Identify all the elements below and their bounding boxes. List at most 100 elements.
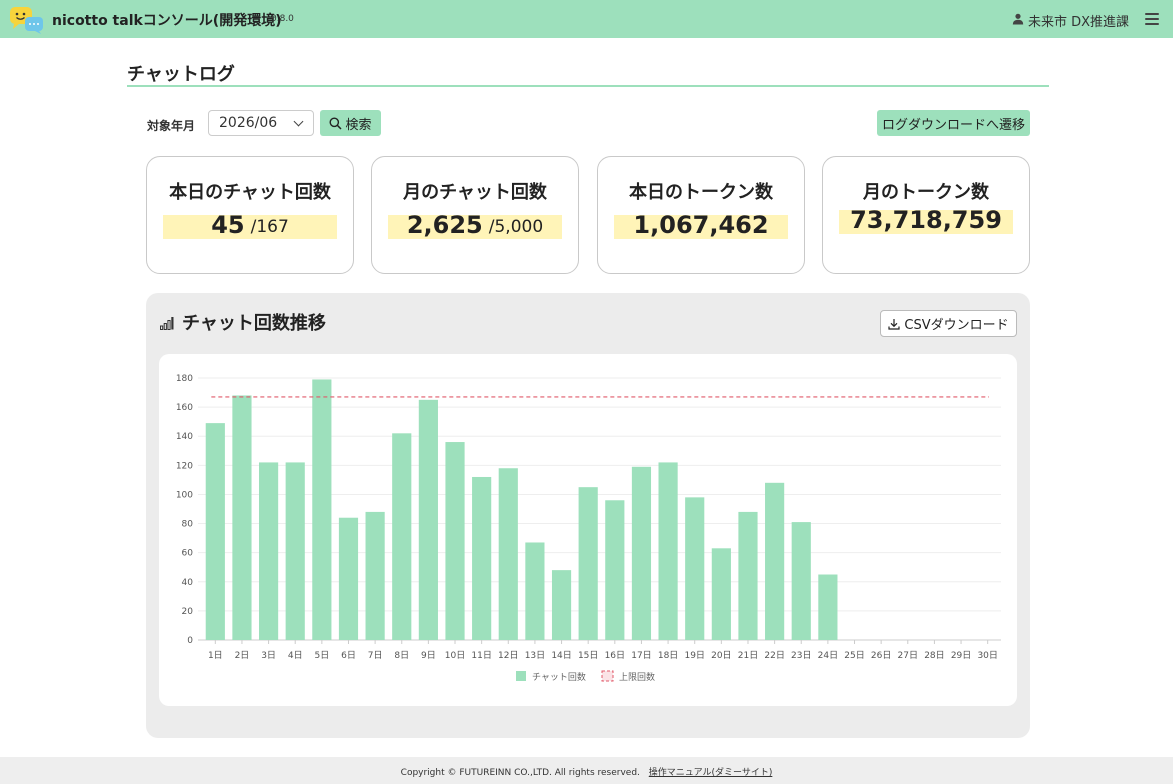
goto-log-download-button[interactable]: ログダウンロードへ遷移 <box>877 110 1030 136</box>
csv-download-button[interactable]: CSVダウンロード <box>880 310 1017 337</box>
title-divider <box>127 85 1049 87</box>
y-tick-label: 140 <box>176 432 193 442</box>
y-tick-label: 160 <box>176 403 193 413</box>
bar <box>312 379 332 640</box>
bar <box>418 399 438 640</box>
x-tick-label: 30日 <box>977 650 997 661</box>
chevron-down-icon <box>293 116 304 127</box>
bar <box>472 476 492 640</box>
x-tick-label: 19日 <box>684 650 704 661</box>
bar <box>765 482 785 640</box>
top-bar: nicotto talkコンソール(開発環境) 0.8.0 未来市 DX推進課 <box>0 0 1173 38</box>
search-button[interactable]: 検索 <box>320 110 381 136</box>
y-tick-label: 20 <box>182 607 194 617</box>
x-tick-label: 29日 <box>951 650 971 661</box>
csv-download-label: CSVダウンロード <box>904 318 1009 333</box>
app-version: 0.8.0 <box>271 14 294 24</box>
bar <box>551 570 572 640</box>
bar <box>498 468 518 640</box>
x-tick-label: 7日 <box>368 650 383 661</box>
x-tick-label: 1日 <box>208 650 223 661</box>
x-tick-label: 26日 <box>871 650 891 661</box>
chart-panel: チャット回数推移 CSVダウンロード 0 20 40 60 80 100 120 140 160… <box>146 293 1030 738</box>
x-tick-label: 11日 <box>471 650 491 661</box>
x-tick-label: 28日 <box>924 650 944 661</box>
stat-label: 月のトークン数 <box>863 182 989 203</box>
stat-label: 本日のチャット回数 <box>169 182 331 203</box>
y-tick-label: 100 <box>176 490 193 500</box>
bar <box>685 497 705 640</box>
month-select-value: 2026/06 <box>219 115 278 131</box>
stat-card-today-tokens: 本日のトークン数 1,067,462 <box>597 156 805 274</box>
x-tick-label: 18日 <box>658 650 678 661</box>
stat-value-box: 1,067,462 <box>614 211 788 239</box>
bar <box>365 511 385 640</box>
stat-value: 73,718,759 <box>850 206 1002 234</box>
y-tick-label: 0 <box>187 636 193 646</box>
x-tick-label: 8日 <box>394 650 409 661</box>
chat-count-chart: 0 20 40 60 80 100 120 140 160 180 1日 2日 3日 4日 5日 6日 7日 8日… <box>176 374 1001 683</box>
x-tick-label: 23日 <box>791 650 811 661</box>
stat-card-month-chats: 月のチャット回数 2,625 /5,000 <box>371 156 579 274</box>
user-name[interactable]: 未来市 DX推進課 <box>1028 11 1129 30</box>
x-tick-label: 16日 <box>605 650 625 661</box>
x-tick-label: 5日 <box>314 650 329 661</box>
stat-card-month-tokens: 月のトークン数 73,718,759 <box>822 156 1030 274</box>
chart-card: 0 20 40 60 80 100 120 140 160 180 1日 2日 3日 4日 5日 6日 7日 8日… <box>159 354 1017 706</box>
y-tick-label: 120 <box>176 461 193 471</box>
bar <box>791 522 811 640</box>
bar-chart-icon <box>160 317 174 330</box>
legend-swatch-chat-count <box>516 671 526 681</box>
x-tick-label: 10日 <box>445 650 465 661</box>
bar <box>658 462 678 640</box>
user-icon <box>1012 13 1024 25</box>
download-icon <box>888 318 900 330</box>
x-tick-label: 13日 <box>525 650 545 661</box>
x-tick-label: 4日 <box>288 650 303 661</box>
legend-label-limit: 上限回数 <box>619 671 655 683</box>
chat-bubbles-logo-icon <box>10 7 43 34</box>
x-tick-label: 6日 <box>341 650 356 661</box>
x-tick-label: 27日 <box>898 650 918 661</box>
legend-label-chat-count: チャット回数 <box>532 671 586 683</box>
bar <box>232 395 252 640</box>
x-tick-label: 22日 <box>764 650 784 661</box>
app-title: nicotto talkコンソール(開発環境) <box>52 13 282 29</box>
x-tick-label: 14日 <box>551 650 571 661</box>
bar <box>525 542 545 640</box>
stat-limit: /5,000 <box>488 217 544 237</box>
y-tick-label: 40 <box>182 578 194 588</box>
manual-link[interactable]: 操作マニュアル(ダミーサイト) <box>649 768 773 778</box>
x-tick-label: 2日 <box>235 650 250 661</box>
x-tick-label: 12日 <box>498 650 518 661</box>
stat-value: 45 <box>211 211 245 239</box>
x-tick-label: 9日 <box>421 650 436 661</box>
bar <box>445 442 465 640</box>
x-tick-label: 21日 <box>738 650 758 661</box>
search-icon <box>329 117 343 130</box>
bar <box>392 433 412 640</box>
y-tick-label: 60 <box>182 549 194 559</box>
stat-card-today-chats: 本日のチャット回数 45 /167 <box>146 156 354 274</box>
stat-value-box: 45 /167 <box>163 211 337 239</box>
month-select[interactable]: 2026/06 <box>208 110 314 136</box>
search-button-label: 検索 <box>345 117 372 133</box>
stat-value-box: 73,718,759 <box>839 206 1013 234</box>
bar <box>578 487 598 640</box>
x-tick-label: 24日 <box>818 650 838 661</box>
bar <box>338 517 359 640</box>
stat-value: 2,625 <box>406 211 483 239</box>
x-tick-label: 20日 <box>711 650 731 661</box>
y-tick-label: 180 <box>176 374 193 384</box>
month-filter-label: 対象年月 <box>147 119 196 133</box>
chart-title: チャット回数推移 <box>182 313 326 334</box>
bar <box>711 548 731 640</box>
stat-value-box: 2,625 /5,000 <box>388 211 562 239</box>
bar <box>818 574 838 640</box>
hamburger-menu-icon[interactable] <box>1145 13 1159 25</box>
bar <box>738 511 758 640</box>
bar <box>605 500 625 640</box>
stat-value: 1,067,462 <box>633 211 769 239</box>
x-tick-label: 25日 <box>844 650 864 661</box>
footer: Copyright © FUTUREINN CO.,LTD. All right… <box>0 757 1173 784</box>
